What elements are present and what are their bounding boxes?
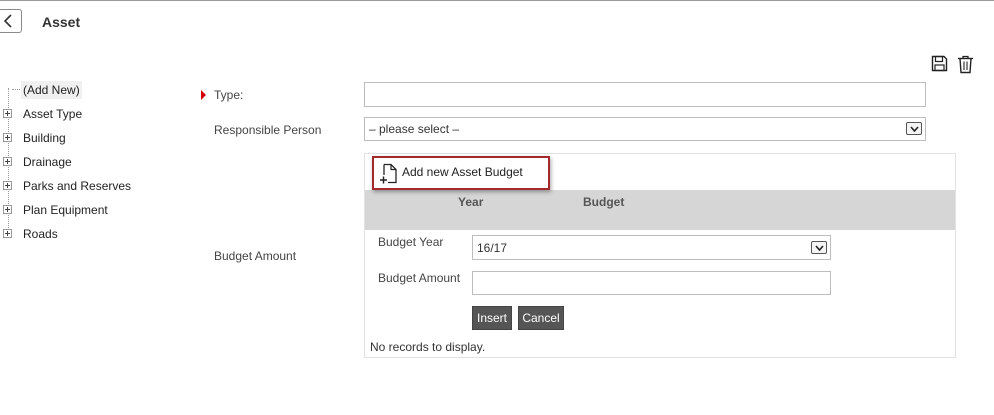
dropdown-arrow-icon[interactable] — [906, 122, 922, 135]
save-icon[interactable] — [931, 55, 948, 72]
responsible-person-select[interactable]: – please select – — [364, 117, 926, 141]
page-title: Asset — [42, 14, 81, 30]
budget-year-label: Budget Year — [378, 235, 444, 249]
tree-item-label: Parks and Reserves — [23, 179, 132, 193]
column-header-budget[interactable]: Budget — [583, 195, 624, 209]
no-records-message: No records to display. — [370, 340, 486, 354]
add-asset-budget-button[interactable]: Add new Asset Budget — [372, 156, 550, 190]
expand-icon[interactable] — [3, 205, 12, 214]
type-label: Type: — [214, 88, 244, 102]
expand-icon[interactable] — [3, 181, 12, 190]
tree-item-label: (Add New) — [21, 81, 82, 99]
budget-amount-label: Budget Amount — [214, 249, 297, 263]
select-value: 16/17 — [477, 241, 508, 255]
responsible-person-label: Responsible Person — [214, 123, 322, 137]
budget-amount-field-label: Budget Amount — [378, 271, 461, 285]
select-value: – please select – — [369, 122, 460, 136]
cancel-button[interactable]: Cancel — [518, 306, 564, 330]
expand-icon[interactable] — [3, 157, 12, 166]
add-asset-budget-label: Add new Asset Budget — [402, 165, 523, 179]
top-border — [0, 0, 994, 1]
column-header-year[interactable]: Year — [458, 195, 483, 209]
back-button[interactable] — [0, 9, 22, 33]
tree-item-label: Roads — [23, 227, 58, 241]
expand-icon[interactable] — [3, 133, 12, 142]
insert-button[interactable]: Insert — [472, 306, 512, 330]
required-marker-icon — [201, 90, 206, 100]
tree-item-label: Plan Equipment — [23, 203, 108, 217]
expand-icon[interactable] — [3, 109, 12, 118]
trash-icon[interactable] — [957, 55, 974, 74]
budget-grid-header: Year Budget — [365, 190, 955, 230]
tree-item-label: Building — [23, 131, 66, 145]
tree-item-label: Asset Type — [23, 107, 83, 121]
expand-icon[interactable] — [3, 229, 12, 238]
dropdown-arrow-icon[interactable] — [811, 241, 827, 254]
type-input[interactable] — [364, 82, 926, 107]
tree-connector — [12, 89, 20, 90]
add-document-icon — [380, 163, 397, 184]
budget-year-select[interactable]: 16/17 — [472, 235, 831, 260]
tree-item-label: Drainage — [23, 155, 72, 169]
chevron-left-icon — [4, 14, 12, 28]
budget-amount-input[interactable] — [472, 271, 831, 295]
